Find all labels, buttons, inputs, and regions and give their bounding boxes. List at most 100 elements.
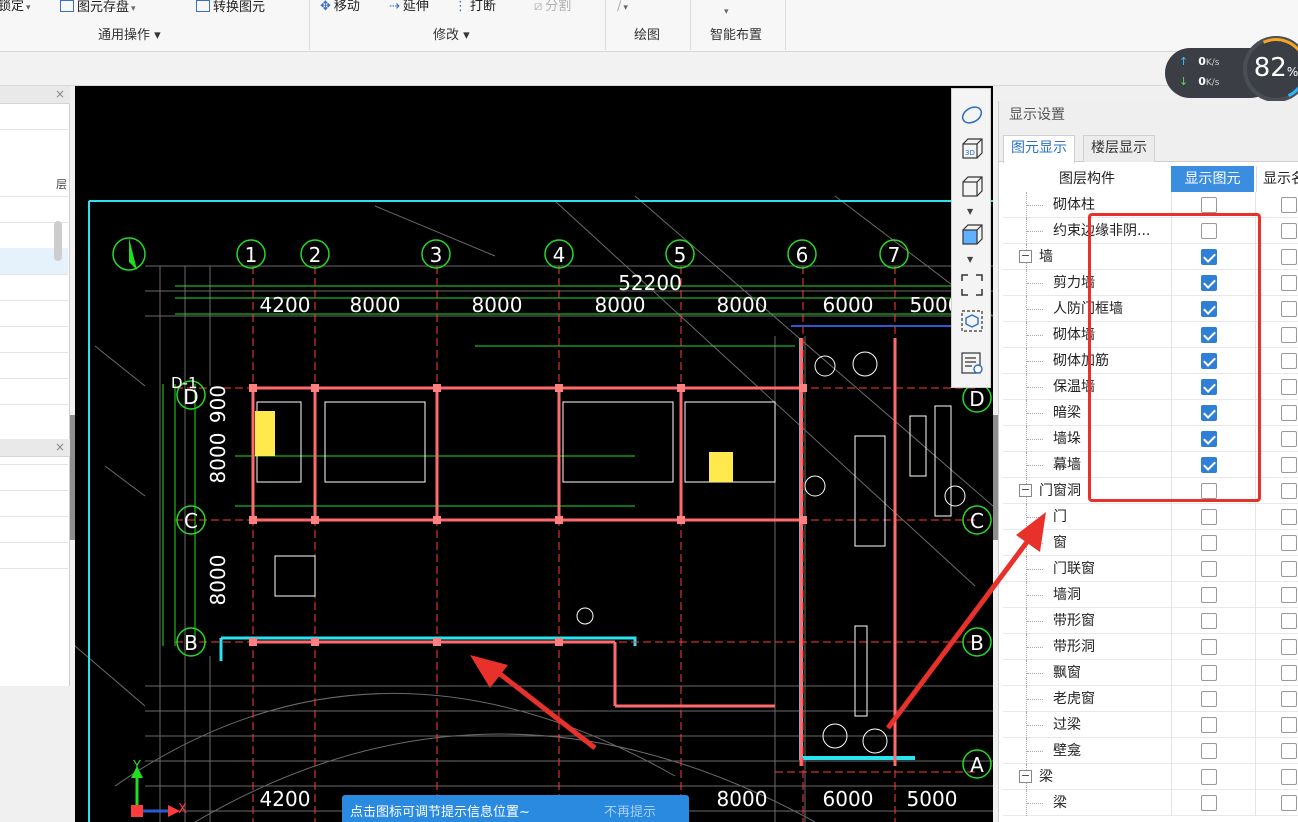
column-header-component[interactable]: 图层构件 [1003, 166, 1171, 192]
select-3d-button[interactable] [960, 309, 984, 333]
tree-row[interactable]: 带形洞 [1003, 634, 1298, 660]
tree-row[interactable]: 壁龛 [1003, 738, 1298, 764]
collapse-toggle-icon[interactable]: − [1019, 250, 1032, 263]
tree-row[interactable]: 门 [1003, 504, 1298, 530]
collapse-toggle-icon[interactable]: − [1019, 484, 1032, 497]
show-name-checkbox[interactable] [1281, 249, 1297, 265]
dont-show-again-link[interactable]: 不再提示 [604, 799, 656, 822]
show-element-checkbox[interactable] [1201, 691, 1217, 707]
orbit-icon [961, 106, 983, 124]
annotation-highlight-box [1088, 213, 1261, 502]
save-element-button[interactable]: 图元存盘 ▾ [60, 0, 136, 18]
show-name-checkbox[interactable] [1281, 197, 1297, 213]
collapse-toggle-icon[interactable]: − [1019, 770, 1032, 783]
smart-layout-dropdown[interactable]: ▾ [722, 4, 729, 22]
divider [0, 542, 68, 543]
view-3d-button[interactable]: 3D [960, 137, 984, 161]
show-name-checkbox[interactable] [1281, 483, 1297, 499]
split-button[interactable]: ⧄ 分割 [534, 0, 571, 18]
convert-element-button[interactable]: 转换图元 [196, 0, 265, 18]
tree-row[interactable]: 墙洞 [1003, 582, 1298, 608]
show-name-checkbox[interactable] [1281, 561, 1297, 577]
zoom-extents-button[interactable] [960, 273, 984, 297]
tab-element-display[interactable]: 图元显示 [1003, 135, 1075, 163]
chevron-down-icon[interactable]: ▼ [967, 207, 973, 216]
show-name-checkbox[interactable] [1281, 327, 1297, 343]
view-toolbar: 3D ▼ ▼ [951, 88, 991, 388]
move-button[interactable]: ✥ 移动 [320, 0, 360, 18]
show-element-checkbox[interactable] [1201, 769, 1217, 785]
move-icon: ✥ [320, 0, 331, 14]
download-arrow-icon: ↓ [1179, 75, 1189, 88]
show-name-checkbox[interactable] [1281, 353, 1297, 369]
column-header-show-name[interactable]: 显示名 [1256, 166, 1298, 192]
show-element-checkbox[interactable] [1201, 587, 1217, 603]
view-solid-button[interactable] [960, 223, 984, 247]
show-element-checkbox[interactable] [1201, 197, 1217, 213]
orbit-view-button[interactable] [960, 103, 984, 127]
show-name-checkbox[interactable] [1281, 405, 1297, 421]
show-name-checkbox[interactable] [1281, 379, 1297, 395]
tree-row[interactable]: 窗 [1003, 530, 1298, 556]
show-element-checkbox[interactable] [1201, 535, 1217, 551]
tree-row[interactable]: 梁 [1003, 790, 1298, 816]
axis-label: A [970, 753, 984, 777]
show-name-checkbox[interactable] [1281, 535, 1297, 551]
tab-floor-display[interactable]: 楼层显示 [1083, 135, 1155, 162]
dimension-text: 8000 [206, 433, 230, 484]
layer-list-button[interactable] [960, 351, 984, 375]
break-button[interactable]: ⋮ 打断 [454, 0, 496, 18]
lock-button[interactable]: 锁定 ▾ [0, 0, 31, 18]
show-name-checkbox[interactable] [1281, 223, 1297, 239]
group-modify[interactable]: 修改 ▾ [433, 26, 470, 46]
show-name-checkbox[interactable] [1281, 457, 1297, 473]
show-name-checkbox[interactable] [1281, 587, 1297, 603]
scrollbar-thumb[interactable] [54, 221, 62, 261]
close-icon[interactable]: × [55, 87, 65, 101]
show-element-checkbox[interactable] [1201, 743, 1217, 759]
show-element-checkbox[interactable] [1201, 717, 1217, 733]
tree-row[interactable]: 过梁 [1003, 712, 1298, 738]
network-speed-widget[interactable]: ↑ 0K/s ↓ 0K/s 82% [1165, 29, 1298, 109]
tree-row[interactable]: − 梁 [1003, 764, 1298, 790]
hint-tooltip[interactable]: 点击图标可调节提示信息位置~ 不再提示 [342, 795, 689, 822]
cad-canvas[interactable]: 1 2 3 4 5 6 7 D C B D C B A D-1 52200 42… [75, 86, 993, 822]
show-element-checkbox[interactable] [1201, 639, 1217, 655]
show-name-checkbox[interactable] [1281, 769, 1297, 785]
close-icon[interactable]: × [55, 440, 65, 454]
svg-text:3D: 3D [965, 149, 975, 157]
chevron-down-icon[interactable]: ▼ [967, 255, 973, 264]
column-divider [1255, 686, 1256, 712]
north-arrow-icon [129, 238, 137, 270]
show-element-checkbox[interactable] [1201, 561, 1217, 577]
tree-row[interactable]: 门联窗 [1003, 556, 1298, 582]
column-divider [1171, 764, 1172, 790]
show-name-checkbox[interactable] [1281, 509, 1297, 525]
group-general[interactable]: 通用操作 ▾ [98, 26, 161, 46]
show-name-checkbox[interactable] [1281, 743, 1297, 759]
dimension-text: 4200 [260, 787, 311, 811]
tree-row[interactable]: 飘窗 [1003, 660, 1298, 686]
show-element-checkbox[interactable] [1201, 665, 1217, 681]
show-element-checkbox[interactable] [1201, 509, 1217, 525]
tree-row[interactable]: 带形窗 [1003, 608, 1298, 634]
show-name-checkbox[interactable] [1281, 301, 1297, 317]
show-name-checkbox[interactable] [1281, 275, 1297, 291]
draw-tool-dropdown[interactable]: ∕ ▾ [617, 0, 628, 18]
column-divider [1255, 712, 1256, 738]
show-name-checkbox[interactable] [1281, 613, 1297, 629]
stair-marks [255, 411, 733, 482]
show-name-checkbox[interactable] [1281, 691, 1297, 707]
column-divider [1171, 686, 1172, 712]
show-element-checkbox[interactable] [1201, 795, 1217, 811]
show-name-checkbox[interactable] [1281, 431, 1297, 447]
tree-row[interactable]: 老虎窗 [1003, 686, 1298, 712]
extend-button[interactable]: ⇢ 延伸 [389, 0, 429, 18]
show-element-checkbox[interactable] [1201, 613, 1217, 629]
show-name-checkbox[interactable] [1281, 795, 1297, 811]
show-name-checkbox[interactable] [1281, 717, 1297, 733]
view-cube-button[interactable] [960, 175, 984, 199]
column-header-show-element[interactable]: 显示图元 [1171, 166, 1254, 192]
show-name-checkbox[interactable] [1281, 639, 1297, 655]
show-name-checkbox[interactable] [1281, 665, 1297, 681]
